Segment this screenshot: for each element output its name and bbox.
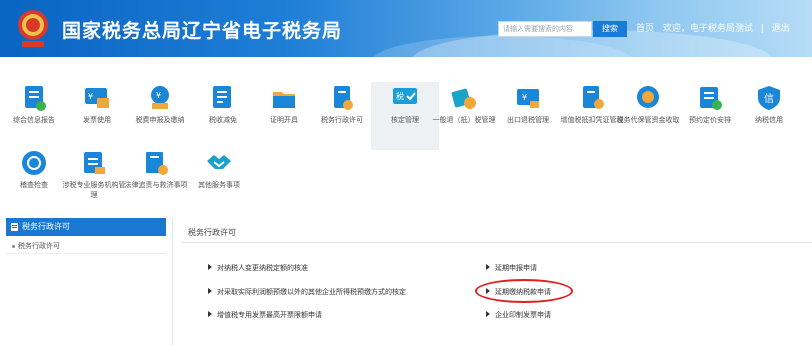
link-label: 延期申报申请 [495, 264, 537, 272]
tile-pricing-arrangement[interactable]: 预约定价安排 [676, 82, 744, 150]
search-button[interactable]: 搜索 [593, 21, 627, 37]
custody-fund-icon [637, 86, 659, 108]
annotation-ellipse [475, 279, 573, 303]
tile-label: 税务代保管资金收取 [616, 116, 680, 124]
tile-assessment-management[interactable]: 税 核定管理 [371, 82, 439, 150]
tile-tax-relief[interactable]: 税收减免 [189, 82, 257, 150]
tax-credit-icon: 信 [758, 86, 780, 110]
tile-label: 涉税专业服务机构管理 [62, 181, 126, 199]
tile-legal-remedy[interactable]: 法律追责与救济事项 [122, 147, 190, 215]
pricing-arrangement-icon [700, 87, 722, 110]
svg-text:¥: ¥ [156, 91, 161, 100]
sidebar-header-label: 税务行政许可 [22, 222, 70, 231]
link-left-2[interactable]: 对采取实际利润额预缴以外的其他企业所得税预缴方式的核定 [208, 287, 406, 297]
vat-deduction-icon [583, 86, 604, 109]
tile-label: 税收减免 [209, 116, 237, 124]
sidebar-item-label: 税务行政许可 [18, 242, 60, 250]
panel-title: 税务行政许可 [188, 228, 236, 237]
link-right-3[interactable]: 企业印制发票申请 [486, 310, 551, 320]
triangle-right-icon [208, 264, 212, 270]
svg-text:¥: ¥ [522, 93, 527, 102]
link-left-1[interactable]: 对纳税人变更纳税定额的核准 [208, 263, 308, 273]
tile-label: 税务行政许可 [321, 116, 363, 124]
divider: | [760, 24, 764, 34]
tile-inspection[interactable]: 稽查检查 [0, 147, 68, 215]
tile-admin-license[interactable]: 税务行政许可 [308, 82, 376, 150]
admin-license-icon [334, 86, 353, 110]
tile-export-refund[interactable]: ¥ 出口退税管理 [494, 82, 562, 150]
document-icon [11, 223, 18, 231]
tile-label: 法律追责与救济事项 [124, 181, 188, 189]
tile-label: 出口退税管理 [507, 116, 549, 124]
triangle-right-icon [208, 311, 212, 317]
tile-custody-fund[interactable]: 税务代保管资金收取 [614, 82, 682, 150]
triangle-right-icon [208, 288, 212, 294]
tax-relief-icon [213, 86, 231, 108]
tax-payment-icon: ¥ [151, 86, 169, 109]
link-label: 对采取实际利润额预缴以外的其他企业所得税预缴方式的核定 [217, 288, 406, 296]
site-title: 国家税务总局辽宁省电子税务局 [62, 20, 343, 42]
tile-tax-refund[interactable]: 一般退（抵）税管理 [430, 82, 498, 150]
tax-emblem-icon [18, 10, 48, 47]
tile-invoice-use[interactable]: ¥ 发票使用 [63, 82, 131, 150]
tile-label: 预约定价安排 [689, 116, 731, 124]
tile-label: 税费申报及缴纳 [135, 116, 185, 124]
inspection-icon [22, 151, 46, 175]
certificate-icon [273, 92, 295, 108]
link-label: 增值税专用发票最高开票限额申请 [217, 311, 322, 319]
top-links: 首页 欢迎，电子税务局测试 | 退出 [636, 21, 790, 37]
service-agency-icon [84, 152, 105, 174]
sidebar-header[interactable]: 税务行政许可 [6, 218, 166, 236]
assessment-icon: 税 [393, 88, 417, 104]
svg-text:信: 信 [764, 93, 774, 105]
svg-text:¥: ¥ [88, 92, 93, 101]
search-input[interactable]: 请输入需要搜索的内容 [498, 21, 592, 37]
tile-label: 其他服务事项 [198, 181, 240, 189]
link-label: 对纳税人变更纳税定额的核准 [217, 264, 308, 272]
tile-label: 发票使用 [83, 116, 111, 124]
divider [182, 242, 812, 243]
service-grid-row-1: 综合信息报告 ¥ 发票使用 ¥ 税费申报及缴纳 税收减免 证明开具 税务行政许可… [0, 82, 812, 152]
invoice-icon: ¥ [85, 88, 109, 108]
tile-label: 综合信息报告 [13, 116, 55, 124]
tile-tax-filing-payment[interactable]: ¥ 税费申报及缴纳 [126, 82, 194, 150]
handshake-icon [207, 155, 231, 169]
tile-tax-credit[interactable]: 信 纳税信用 [735, 82, 803, 150]
tile-label: 纳税信用 [755, 116, 783, 124]
sidebar: 税务行政许可 税务行政许可 [0, 218, 168, 345]
link-left-3[interactable]: 增值税专用发票最高开票限额申请 [208, 310, 322, 320]
home-link[interactable]: 首页 [636, 24, 654, 34]
legal-remedy-icon [146, 152, 168, 175]
divider [172, 218, 173, 345]
tax-refund-icon [451, 88, 476, 109]
site-header: 国家税务总局辽宁省电子税务局 请输入需要搜索的内容 搜索 首页 欢迎，电子税务局… [0, 0, 812, 57]
bullet-icon [12, 245, 15, 248]
logout-link[interactable]: 退出 [772, 24, 790, 34]
link-right-1[interactable]: 延期申报申请 [486, 263, 537, 273]
welcome-text: 欢迎，电子税务局测试 [662, 24, 753, 34]
link-label: 企业印制发票申请 [495, 311, 551, 319]
triangle-right-icon [486, 264, 490, 270]
sidebar-item-admin-license[interactable]: 税务行政许可 [6, 238, 166, 254]
svg-text:税: 税 [396, 91, 404, 101]
service-grid-row-2: 稽查检查 涉税专业服务机构管理 法律追责与救济事项 其他服务事项 [0, 147, 812, 217]
tile-label: 一般退（抵）税管理 [432, 116, 496, 124]
tile-label: 稽查检查 [20, 181, 48, 189]
tile-other-services[interactable]: 其他服务事项 [185, 147, 253, 215]
export-refund-icon: ¥ [517, 89, 539, 108]
tile-label: 核定管理 [391, 116, 419, 124]
tile-service-agency[interactable]: 涉税专业服务机构管理 [60, 147, 128, 215]
triangle-right-icon [486, 311, 490, 317]
tile-comprehensive-report[interactable]: 综合信息报告 [0, 82, 68, 150]
report-icon [25, 86, 46, 111]
